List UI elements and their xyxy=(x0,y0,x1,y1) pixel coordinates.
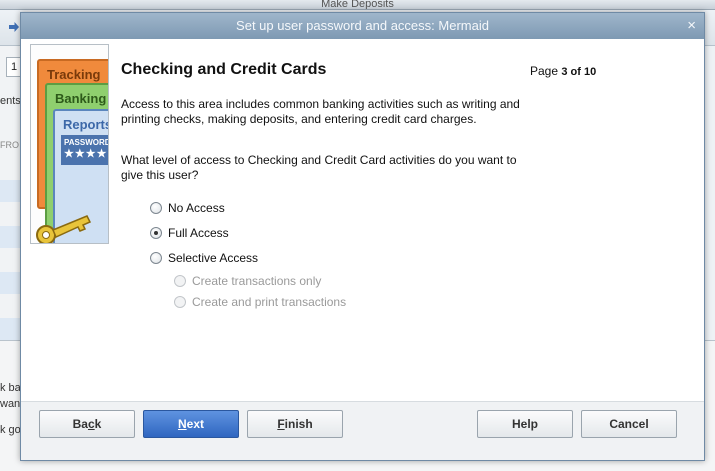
background-text: ents xyxy=(0,95,21,107)
create-and-print-label: Create and print transactions xyxy=(192,295,347,309)
setup-user-dialog: Set up user password and access: Mermaid… xyxy=(20,12,705,461)
access-description: Access to this area includes common bank… xyxy=(121,97,520,126)
selective-access-label: Selective Access xyxy=(168,251,259,265)
key-icon xyxy=(36,215,92,243)
finish-button[interactable]: Finish xyxy=(247,410,343,438)
help-button[interactable]: Help xyxy=(477,410,573,438)
cancel-button[interactable]: Cancel xyxy=(581,410,677,438)
page-label: Page xyxy=(530,64,559,78)
background-text: k go xyxy=(0,424,21,436)
password-stars: ★★★★ xyxy=(64,148,108,160)
access-question: What level of access to Checking and Cre… xyxy=(121,153,517,182)
dialog-titlebar: Set up user password and access: Mermaid… xyxy=(21,13,704,39)
no-access-option[interactable]: No Access xyxy=(150,201,225,215)
access-illustration: Tracking Banking Reports PASSWORD ★★★★ xyxy=(30,44,109,244)
full-access-label: Full Access xyxy=(168,226,229,240)
full-access-option[interactable]: Full Access xyxy=(150,226,229,240)
password-box-image: PASSWORD ★★★★ xyxy=(61,135,109,165)
page-number: 3 of 10 xyxy=(561,66,597,78)
next-button[interactable]: Next xyxy=(143,410,239,438)
password-label: PASSWORD xyxy=(64,138,109,147)
close-icon[interactable]: × xyxy=(687,13,696,39)
selective-access-option[interactable]: Selective Access xyxy=(150,251,258,265)
selective-access-radio[interactable] xyxy=(150,252,162,264)
dialog-content: Tracking Banking Reports PASSWORD ★★★★ C… xyxy=(21,39,704,401)
create-only-option: Create transactions only xyxy=(174,274,321,288)
create-only-radio xyxy=(174,275,186,287)
dialog-title: Set up user password and access: Mermaid xyxy=(236,18,489,33)
full-access-radio[interactable] xyxy=(150,227,162,239)
create-only-label: Create transactions only xyxy=(192,274,322,288)
background-text: wan xyxy=(0,398,21,410)
create-and-print-option: Create and print transactions xyxy=(174,295,346,309)
page-title: Checking and Credit Cards xyxy=(121,61,327,78)
background-window-title: Make Deposits xyxy=(0,0,715,10)
no-access-radio[interactable] xyxy=(150,202,162,214)
create-and-print-radio xyxy=(174,296,186,308)
no-access-label: No Access xyxy=(168,201,225,215)
back-button[interactable]: Back xyxy=(39,410,135,438)
dialog-footer: Back Next Finish Help Cancel xyxy=(21,401,704,460)
background-column-header: FRO xyxy=(0,140,19,150)
page-indicator: Page 3 of 10 xyxy=(530,64,596,78)
